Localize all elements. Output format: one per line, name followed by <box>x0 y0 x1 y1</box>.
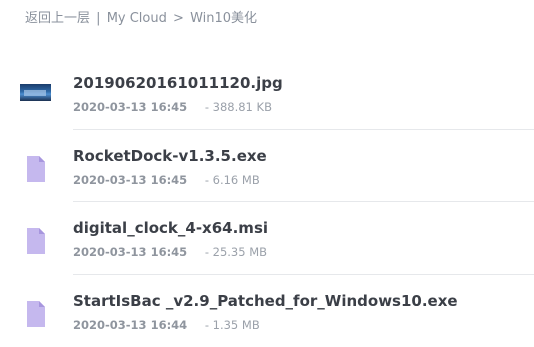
file-date: 2020-03-13 16:45 <box>73 245 187 259</box>
file-name[interactable]: digital_clock_4-x64.msi <box>73 218 268 238</box>
file-icon <box>21 299 51 329</box>
file-name[interactable]: RocketDock-v1.3.5.exe <box>73 146 267 166</box>
file-name[interactable]: 20190620161011120.jpg <box>73 73 283 93</box>
back-link[interactable]: 返回上一层 <box>25 10 90 28</box>
breadcrumb-item-current: Win10美化 <box>190 10 257 28</box>
file-size: - 6.16 MB <box>205 173 260 187</box>
file-meta: 2020-03-13 16:44 - 1.35 MB <box>73 317 260 333</box>
list-item[interactable]: 20190620161011120.jpg 2020-03-13 16:45 -… <box>0 57 534 130</box>
file-name[interactable]: StartIsBac _v2.9_Patched_for_Windows10.e… <box>73 291 458 311</box>
breadcrumb-separator: | <box>96 10 100 28</box>
breadcrumb: 返回上一层 | My Cloud > Win10美化 <box>25 10 257 28</box>
file-meta: 2020-03-13 16:45 - 6.16 MB <box>73 172 260 188</box>
file-icon <box>21 154 51 184</box>
file-icon <box>21 226 51 256</box>
list-item[interactable]: StartIsBac _v2.9_Patched_for_Windows10.e… <box>0 275 534 347</box>
breadcrumb-item-my-cloud[interactable]: My Cloud <box>107 10 167 28</box>
file-size: - 1.35 MB <box>205 318 260 332</box>
list-item[interactable]: RocketDock-v1.3.5.exe 2020-03-13 16:45 -… <box>0 130 534 203</box>
file-meta: 2020-03-13 16:45 - 25.35 MB <box>73 244 267 260</box>
file-date: 2020-03-13 16:44 <box>73 318 187 332</box>
file-size: - 388.81 KB <box>205 100 272 114</box>
image-thumbnail <box>20 84 51 101</box>
file-date: 2020-03-13 16:45 <box>73 173 187 187</box>
breadcrumb-chevron: > <box>173 10 184 28</box>
file-date: 2020-03-13 16:45 <box>73 100 187 114</box>
file-size: - 25.35 MB <box>205 245 267 259</box>
list-item[interactable]: digital_clock_4-x64.msi 2020-03-13 16:45… <box>0 202 534 275</box>
file-list: 20190620161011120.jpg 2020-03-13 16:45 -… <box>0 57 534 347</box>
file-meta: 2020-03-13 16:45 - 388.81 KB <box>73 99 272 115</box>
